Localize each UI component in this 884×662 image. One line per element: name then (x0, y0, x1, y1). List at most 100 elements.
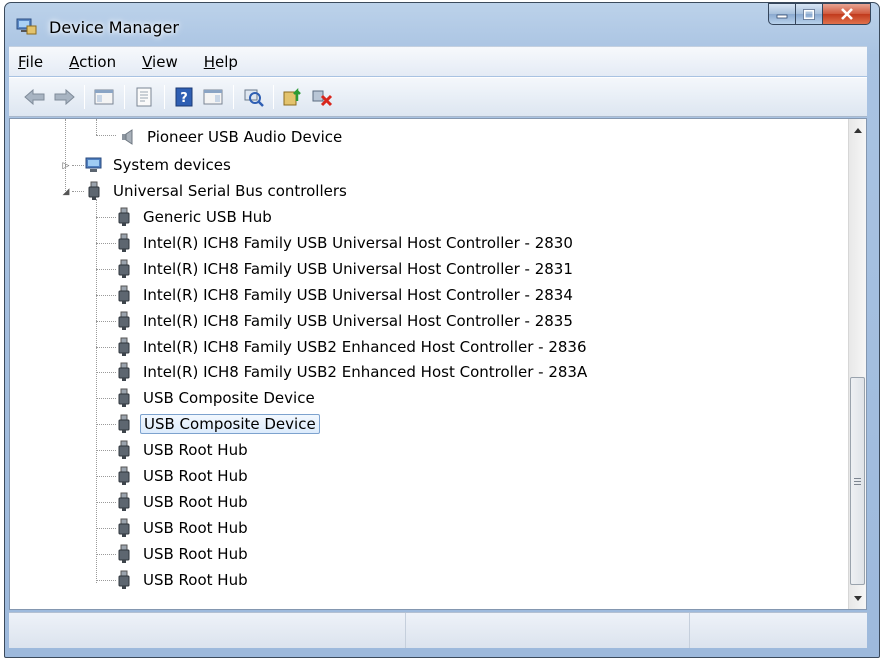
usb-plug-icon (114, 285, 134, 305)
tree-guide-line (72, 165, 84, 166)
tree-item-label: USB Root Hub (143, 545, 248, 563)
scroll-thumb[interactable] (850, 377, 865, 585)
usb-plug-icon (114, 259, 134, 279)
vertical-scrollbar[interactable] (848, 119, 866, 609)
menu-action-label: ction (79, 52, 117, 71)
toolbar-separator (273, 85, 274, 109)
tree-guide-line (96, 119, 97, 135)
tree-guide-line (96, 554, 116, 555)
status-cell (406, 613, 690, 648)
device-tree[interactable]: Pioneer USB Audio Device ▷ System device… (9, 118, 867, 610)
tree-item-usb-device[interactable]: USB Root Hub (114, 438, 251, 462)
toolbar: ? (9, 77, 867, 117)
minimize-button[interactable] (768, 3, 796, 25)
tree-item-label: USB Root Hub (143, 467, 248, 485)
toolbar-separator (164, 85, 165, 109)
tree-item-usb-device[interactable]: Intel(R) ICH8 Family USB Universal Host … (114, 309, 576, 333)
tree-item-usb-device[interactable]: USB Root Hub (114, 568, 251, 592)
tree-item-usb-device[interactable]: USB Root Hub (114, 516, 251, 540)
tree-guide-line (65, 119, 66, 165)
usb-plug-icon (114, 337, 134, 357)
tree-item-label: Generic USB Hub (143, 208, 272, 226)
menu-help[interactable]: Help (201, 51, 241, 73)
tree-item-label: USB Composite Device (140, 414, 320, 434)
tree-item-usb-device[interactable]: USB Composite Device (114, 412, 320, 436)
tree-item-usb-device[interactable]: Generic USB Hub (114, 205, 275, 229)
caption-buttons (768, 3, 871, 25)
tree-item-usb-device[interactable]: USB Root Hub (114, 490, 251, 514)
scan-hardware-changes-button[interactable] (241, 85, 265, 109)
toolbar-separator (84, 85, 85, 109)
usb-plug-icon (114, 492, 134, 512)
tree-guide-line (72, 191, 84, 192)
show-hide-console-tree-icon (94, 89, 114, 105)
collapse-arrow-icon[interactable]: ◢ (60, 186, 72, 198)
tree-guide-line (96, 243, 116, 244)
forward-button[interactable] (52, 85, 76, 109)
tree-item-label: USB Root Hub (143, 493, 248, 511)
scroll-up-arrow-icon (853, 127, 862, 133)
scroll-grip-icon (854, 477, 861, 485)
menu-action[interactable]: Action (66, 51, 119, 73)
tree-item-label: Intel(R) ICH8 Family USB2 Enhanced Host … (143, 363, 588, 381)
menu-help-accelerator: H (203, 52, 215, 71)
toolbar-separator (124, 85, 125, 109)
help-button[interactable]: ? (172, 85, 196, 109)
properties-icon (136, 87, 152, 107)
back-button[interactable] (23, 85, 47, 109)
title-bar[interactable]: Device Manager (5, 3, 879, 45)
tree-item-usb-device[interactable]: USB Root Hub (114, 542, 251, 566)
tree-guide-line (96, 347, 116, 348)
usb-plug-icon (114, 518, 134, 538)
maximize-icon (803, 8, 815, 20)
tree-item-usb-device[interactable]: USB Root Hub (114, 464, 251, 488)
menu-view-label: iew (152, 52, 178, 71)
update-driver-button[interactable] (281, 85, 305, 109)
scroll-down-button[interactable] (849, 589, 866, 607)
tree-item-usb-device[interactable]: Intel(R) ICH8 Family USB2 Enhanced Host … (114, 360, 590, 384)
uninstall-device-button[interactable] (310, 85, 334, 109)
tree-guide-line (96, 135, 116, 136)
close-button[interactable] (823, 3, 871, 25)
tree-item-usb-device[interactable]: Intel(R) ICH8 Family USB Universal Host … (114, 231, 576, 255)
close-icon (840, 8, 853, 20)
svg-text:?: ? (180, 91, 188, 106)
status-bar (9, 612, 867, 648)
tree-item-usb-device[interactable]: USB Composite Device (114, 386, 318, 410)
usb-plug-icon (114, 388, 134, 408)
show-hide-console-tree-button[interactable] (92, 85, 116, 109)
menu-view[interactable]: View (139, 51, 181, 73)
maximize-button[interactable] (796, 3, 823, 25)
tree-item-label: Intel(R) ICH8 Family USB2 Enhanced Host … (143, 338, 587, 356)
menu-file-accelerator: F (18, 52, 26, 71)
expand-arrow-icon[interactable]: ▷ (60, 160, 72, 172)
tree-item-usb-device[interactable]: Intel(R) ICH8 Family USB Universal Host … (114, 283, 576, 307)
tree-item-label: USB Root Hub (143, 519, 248, 537)
usb-plug-icon (114, 466, 134, 486)
usb-plug-icon (114, 311, 134, 331)
properties-button[interactable] (132, 85, 156, 109)
menu-file[interactable]: File (15, 51, 46, 73)
scroll-up-button[interactable] (849, 121, 866, 139)
tree-item-pioneer-usb-audio[interactable]: Pioneer USB Audio Device (118, 125, 345, 149)
tree-item-usb-device[interactable]: Intel(R) ICH8 Family USB Universal Host … (114, 257, 576, 281)
forward-arrow-icon (54, 89, 75, 105)
usb-plug-icon (114, 440, 134, 460)
menu-view-accelerator: V (142, 52, 153, 71)
speaker-icon (118, 127, 138, 147)
uninstall-device-icon (312, 90, 333, 107)
menu-file-label: ile (25, 52, 44, 71)
toolbar-separator (233, 85, 234, 109)
tree-item-usb-controllers[interactable]: Universal Serial Bus controllers (84, 179, 350, 203)
help-icon: ? (175, 87, 193, 107)
tree-item-label: Intel(R) ICH8 Family USB Universal Host … (143, 260, 573, 278)
menu-bar: File Action View Help (9, 46, 867, 76)
tree-guide-line (96, 199, 97, 583)
tree-item-label: Intel(R) ICH8 Family USB Universal Host … (143, 312, 573, 330)
tree-item-label: Universal Serial Bus controllers (113, 182, 347, 200)
tree-item-usb-device[interactable]: Intel(R) ICH8 Family USB2 Enhanced Host … (114, 335, 590, 359)
scan-hardware-changes-icon (244, 89, 264, 107)
action-pane-button[interactable] (201, 85, 225, 109)
status-cell (690, 613, 867, 648)
tree-item-system-devices[interactable]: System devices (84, 153, 234, 177)
